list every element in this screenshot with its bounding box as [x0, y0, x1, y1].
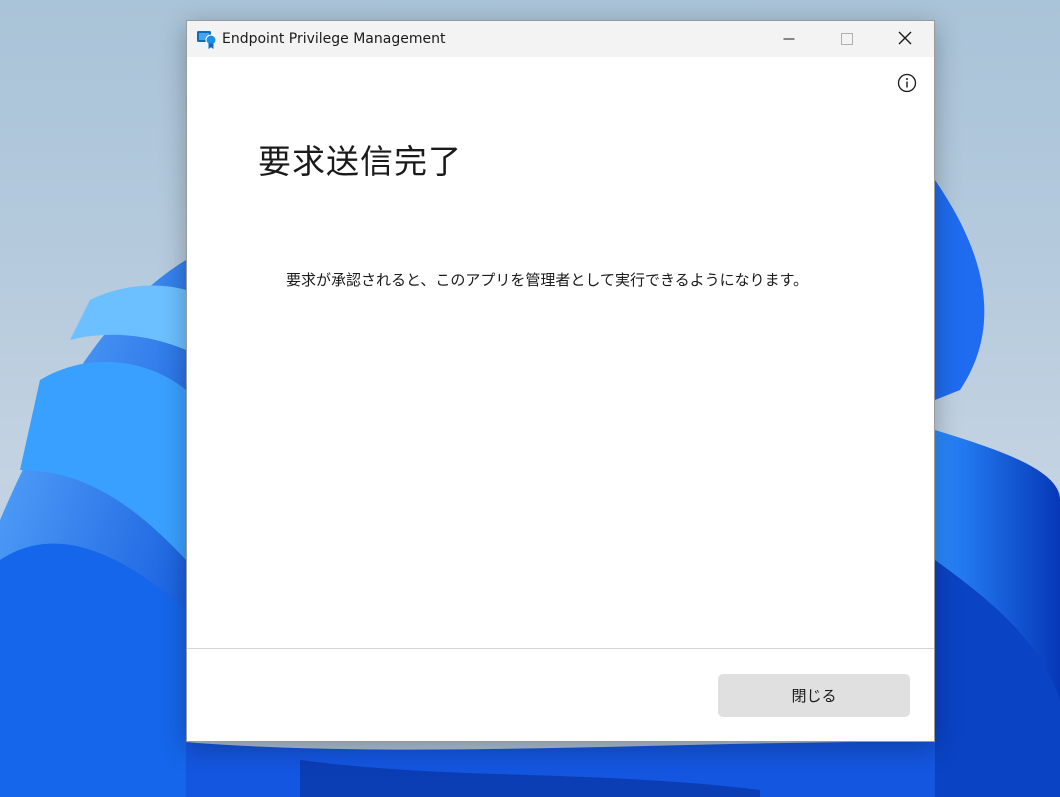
title-bar[interactable]: Endpoint Privilege Management [187, 21, 934, 57]
page-title: 要求送信完了 [258, 142, 462, 181]
minimize-button[interactable] [760, 21, 818, 57]
info-icon [897, 73, 917, 97]
maximize-icon [841, 30, 853, 49]
epm-window: Endpoint Privilege Management 要求送信完了 要求が… [186, 20, 935, 742]
close-icon [898, 30, 912, 49]
close-window-button[interactable] [876, 21, 934, 57]
window-title: Endpoint Privilege Management [222, 31, 446, 47]
minimize-icon [783, 30, 795, 49]
close-button[interactable]: 閉じる [718, 674, 910, 717]
info-button[interactable] [897, 73, 917, 97]
endpoint-privilege-management-icon [196, 28, 218, 50]
status-message: 要求が承認されると、このアプリを管理者として実行できるようになります。 [286, 271, 809, 289]
dialog-footer: 閉じる [187, 649, 934, 741]
maximize-button[interactable] [818, 21, 876, 57]
